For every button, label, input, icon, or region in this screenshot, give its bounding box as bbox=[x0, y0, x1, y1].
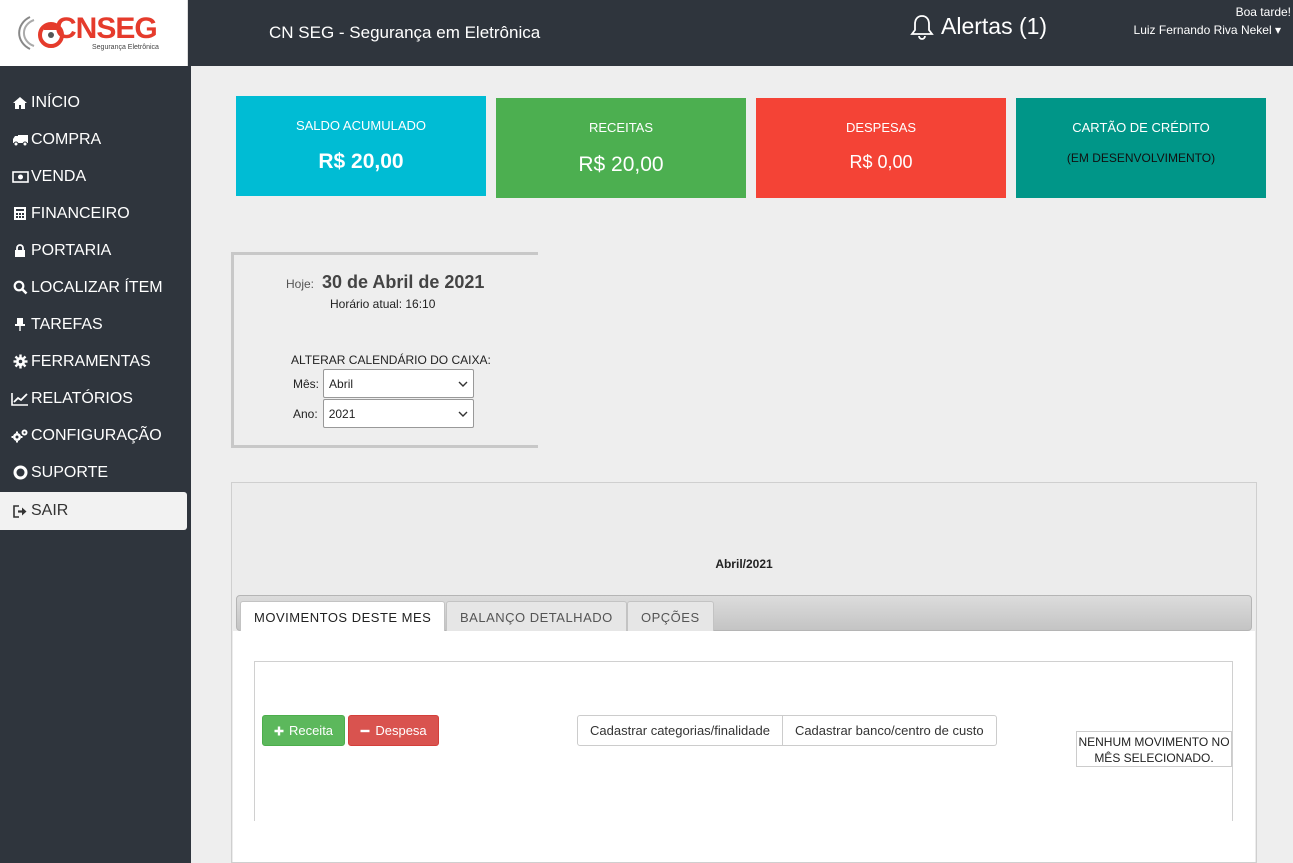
add-receita-label: Receita bbox=[288, 723, 334, 738]
year-select-value: 2021 bbox=[328, 406, 356, 421]
period-label: Abril/2021 bbox=[715, 557, 773, 571]
sidebar-item-label: INÍCIO bbox=[31, 93, 80, 111]
year-row: Ano: 2021 bbox=[293, 399, 474, 428]
tab-balanco[interactable]: BALANÇO DETALHADO bbox=[446, 601, 627, 632]
cadastrar-banco-button[interactable]: Cadastrar banco/centro de custo bbox=[782, 715, 997, 746]
sign-out-icon bbox=[11, 503, 29, 519]
cadastrar-categorias-button[interactable]: Cadastrar categorias/finalidade bbox=[577, 715, 783, 746]
month-select-value: Abril bbox=[329, 376, 354, 391]
chevron-down-icon: ▾ bbox=[1274, 23, 1281, 37]
sidebar-item-label: LOCALIZAR ÍTEM bbox=[31, 278, 163, 296]
sidebar-item-label: CONFIGURAÇÃO bbox=[31, 426, 162, 444]
pin-icon bbox=[11, 317, 29, 333]
receitas-card: RECEITAS R$ 20,00 bbox=[496, 98, 746, 198]
sidebar-item-label: PORTARIA bbox=[31, 241, 112, 259]
tab-movimentos[interactable]: MOVIMENTOS DESTE MES bbox=[240, 601, 446, 633]
alerts-button[interactable]: Alertas (1) bbox=[910, 13, 1047, 40]
cadastro-button-group: Cadastrar categorias/finalidade Cadastra… bbox=[577, 715, 997, 746]
money-icon bbox=[11, 169, 29, 185]
saldo-card: SALDO ACUMULADO R$ 20,00 bbox=[236, 96, 486, 196]
despesas-value: R$ 0,00 bbox=[849, 152, 913, 172]
sidebar-item-label: SAIR bbox=[31, 502, 69, 519]
logo-text: CNSEG bbox=[55, 12, 158, 45]
tab-content: Receita Despesa Cadastrar categorias/fin… bbox=[233, 631, 1255, 862]
minus-icon bbox=[360, 729, 370, 732]
sidebar-item-venda[interactable]: VENDA bbox=[0, 158, 191, 195]
saldo-value: R$ 20,00 bbox=[318, 150, 404, 173]
add-despesa-label: Despesa bbox=[375, 723, 427, 738]
sidebar-item-label: COMPRA bbox=[31, 130, 102, 148]
plus-icon bbox=[274, 726, 284, 735]
sidebar-item-label: FERRAMENTAS bbox=[31, 352, 151, 370]
logo-tagline: Segurança Eletrônica bbox=[92, 44, 159, 51]
today-date: Hoje: 30 de Abril de 2021 bbox=[286, 272, 484, 293]
search-icon bbox=[11, 280, 29, 296]
sidebar-item-label: FINANCEIRO bbox=[31, 204, 130, 222]
today-value: 30 de Abril de 2021 bbox=[322, 272, 485, 292]
month-label: Mês: bbox=[293, 376, 320, 391]
sidebar-item-configuracao[interactable]: CONFIGURAÇÃO bbox=[0, 417, 191, 454]
sidebar-item-label: TAREFAS bbox=[31, 315, 103, 333]
calculator-icon bbox=[11, 206, 29, 222]
sidebar-item-relatorios[interactable]: RELATÓRIOS bbox=[0, 380, 191, 417]
month-row: Mês: Abril bbox=[293, 369, 475, 398]
sidebar: INÍCIO COMPRA VENDA FINANCEIRO PORTARIA … bbox=[0, 66, 191, 863]
home-icon bbox=[11, 95, 29, 111]
movements-box: Receita Despesa Cadastrar categorias/fin… bbox=[254, 661, 1233, 821]
receitas-value: R$ 20,00 bbox=[578, 153, 664, 176]
date-panel: Hoje: 30 de Abril de 2021 Horário atual:… bbox=[231, 252, 538, 448]
sidebar-item-localizar[interactable]: LOCALIZAR ÍTEM bbox=[0, 269, 191, 306]
user-name: Luiz Fernando Riva Nekel bbox=[1133, 23, 1272, 37]
sidebar-item-sair[interactable]: SAIR bbox=[0, 492, 187, 530]
year-select[interactable]: 2021 bbox=[322, 399, 474, 428]
sidebar-item-label: VENDA bbox=[31, 167, 87, 185]
gears-icon bbox=[11, 428, 29, 444]
sidebar-item-compra[interactable]: COMPRA bbox=[0, 121, 191, 158]
movements-panel: Abril/2021 MOVIMENTOS DESTE MES BALANÇO … bbox=[231, 482, 1257, 863]
cartao-label: CARTÃO DE CRÉDITO bbox=[1072, 120, 1210, 135]
tab-opcoes[interactable]: OPÇÕES bbox=[627, 601, 714, 632]
receitas-label: RECEITAS bbox=[588, 120, 654, 135]
sidebar-item-tarefas[interactable]: TAREFAS bbox=[0, 306, 191, 343]
user-menu[interactable]: Luiz Fernando Riva Nekel ▾ bbox=[1134, 23, 1281, 37]
logo[interactable]: CNSEG Segurança Eletrônica bbox=[0, 0, 188, 66]
sidebar-item-suporte[interactable]: SUPORTE bbox=[0, 454, 191, 491]
calendar-title: ALTERAR CALENDÁRIO DO CAIXA: bbox=[291, 353, 491, 367]
year-label: Ano: bbox=[293, 406, 318, 421]
app-title: CN SEG - Segurança em Eletrônica bbox=[269, 23, 541, 42]
sidebar-item-inicio[interactable]: INÍCIO bbox=[0, 84, 191, 121]
add-despesa-button[interactable]: Despesa bbox=[348, 715, 439, 746]
today-label: Hoje: bbox=[286, 277, 315, 291]
add-receita-button[interactable]: Receita bbox=[262, 715, 345, 746]
despesas-label: DESPESAS bbox=[845, 120, 917, 135]
lock-icon bbox=[11, 243, 29, 259]
sidebar-item-label: SUPORTE bbox=[31, 463, 109, 481]
sidebar-item-financeiro[interactable]: FINANCEIRO bbox=[0, 195, 191, 232]
truck-icon bbox=[11, 132, 29, 148]
cartao-status: (EM DESENVOLVIMENTO) bbox=[1066, 151, 1216, 165]
saldo-label: SALDO ACUMULADO bbox=[295, 118, 427, 133]
bell-icon bbox=[910, 14, 934, 40]
gear-icon bbox=[11, 354, 29, 370]
line-chart-icon bbox=[11, 391, 29, 407]
empty-message: NENHUM MOVIMENTO NO MÊS SELECIONADO. bbox=[1076, 731, 1232, 767]
alerts-label: Alertas (1) bbox=[941, 13, 1048, 39]
month-select[interactable]: Abril bbox=[323, 369, 475, 398]
greeting: Boa tarde! bbox=[1235, 5, 1291, 19]
cartao-card: CARTÃO DE CRÉDITO (EM DESENVOLVIMENTO) bbox=[1016, 98, 1266, 198]
top-bar: CNSEG Segurança Eletrônica CN SEG - Segu… bbox=[0, 0, 1293, 66]
sidebar-item-portaria[interactable]: PORTARIA bbox=[0, 232, 191, 269]
lifebuoy-icon bbox=[11, 465, 29, 481]
chevron-down-icon bbox=[458, 411, 468, 417]
sidebar-item-ferramentas[interactable]: FERRAMENTAS bbox=[0, 343, 191, 380]
current-time: Horário atual: 16:10 bbox=[330, 297, 436, 311]
despesas-card: DESPESAS R$ 0,00 bbox=[756, 98, 1006, 198]
sidebar-item-label: RELATÓRIOS bbox=[31, 389, 133, 407]
chevron-down-icon bbox=[458, 381, 468, 387]
tab-bar: MOVIMENTOS DESTE MES BALANÇO DETALHADO O… bbox=[236, 595, 1252, 633]
